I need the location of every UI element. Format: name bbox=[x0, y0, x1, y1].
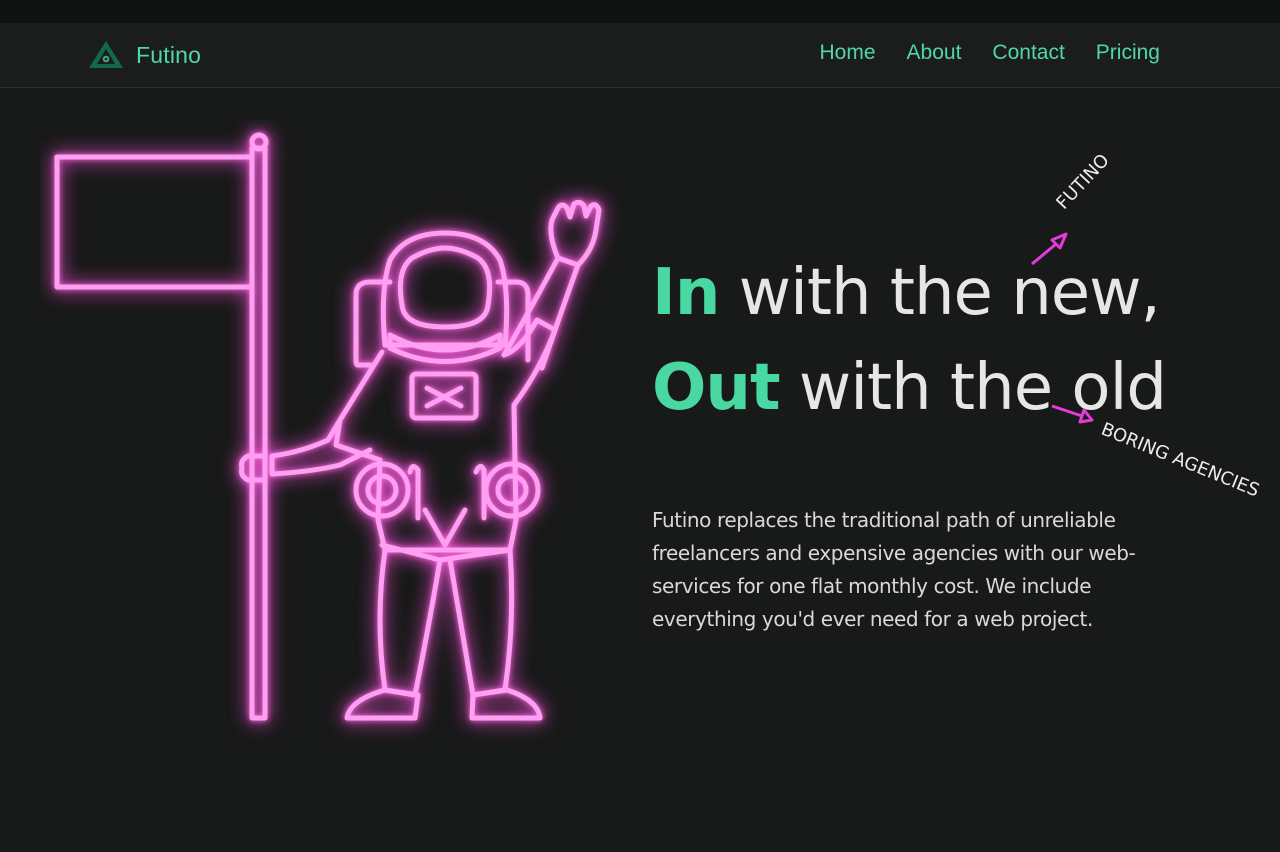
arrow-icon bbox=[1031, 232, 1068, 266]
brand-link[interactable]: Futino bbox=[88, 39, 201, 71]
top-strip bbox=[0, 0, 1280, 23]
nav-link-pricing[interactable]: Pricing bbox=[1096, 41, 1160, 65]
waving-hand bbox=[548, 199, 602, 268]
left-boot bbox=[344, 687, 421, 721]
headline-accent-in: In bbox=[652, 256, 720, 330]
headline-line-2-rest: with the old bbox=[779, 351, 1167, 425]
holding-arm bbox=[269, 417, 373, 477]
left-leg bbox=[377, 547, 443, 698]
hero-description: Futino replaces the traditional path of … bbox=[652, 508, 1136, 631]
nav-links: Home About Contact Pricing bbox=[820, 41, 1161, 65]
flag bbox=[54, 154, 255, 290]
headline-accent-out: Out bbox=[652, 351, 781, 425]
brand-name: Futino bbox=[136, 41, 202, 68]
right-leg bbox=[447, 547, 515, 698]
nav-link-home[interactable]: Home bbox=[820, 41, 876, 65]
arrow-icon bbox=[1051, 404, 1094, 424]
right-boot bbox=[469, 687, 543, 721]
annotation-futino: FUTINO bbox=[1052, 149, 1114, 214]
nav-link-contact[interactable]: Contact bbox=[992, 41, 1064, 65]
annotation-boring-agencies: BORING AGENCIES bbox=[1098, 418, 1263, 502]
navbar: Futino Home About Contact Pricing bbox=[0, 23, 1280, 88]
astronaut-illustration bbox=[54, 132, 602, 721]
pole-knob bbox=[249, 132, 269, 152]
nav-link-about[interactable]: About bbox=[907, 41, 962, 65]
helmet-collar bbox=[387, 332, 503, 364]
headline-line-1: In with the new, bbox=[652, 246, 1166, 341]
flag-pole bbox=[249, 145, 268, 721]
headline-line-1-rest: with the new, bbox=[719, 256, 1161, 330]
triangle-logo-icon bbox=[89, 41, 123, 68]
